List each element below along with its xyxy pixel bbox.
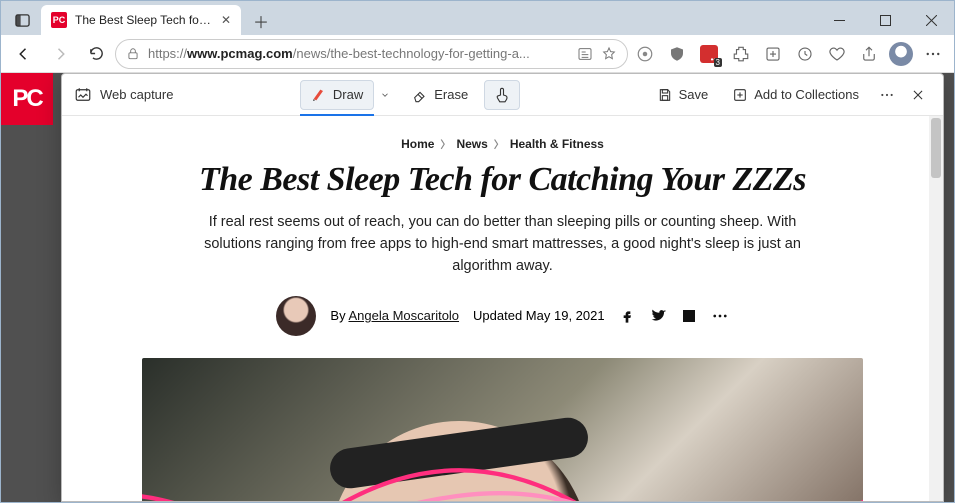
titlebar: PC The Best Sleep Tech for Catching ✕ ＋ xyxy=(1,1,954,35)
capture-toolbar: Web capture Draw Erase xyxy=(62,74,943,116)
reader-mode-icon[interactable] xyxy=(577,46,593,62)
favorite-star-icon[interactable] xyxy=(601,46,617,62)
chevron-right-icon: 〉 xyxy=(494,136,504,151)
site-logo: PC xyxy=(1,73,53,125)
author-link[interactable]: Angela Moscaritolo xyxy=(348,308,459,323)
chevron-right-icon: 〉 xyxy=(440,136,450,151)
crumb-news[interactable]: News xyxy=(456,137,487,151)
erase-tool[interactable]: Erase xyxy=(402,80,478,110)
scrollbar-thumb[interactable] xyxy=(931,118,941,178)
updated-date: Updated May 19, 2021 xyxy=(473,308,605,323)
byline-more-icon[interactable] xyxy=(711,307,729,325)
author-avatar[interactable] xyxy=(276,296,316,336)
crumb-health[interactable]: Health & Fitness xyxy=(510,137,604,151)
web-capture-icon xyxy=(74,86,92,104)
settings-more-button[interactable] xyxy=(918,39,948,69)
address-bar: https://www.pcmag.com/news/the-best-tech… xyxy=(1,35,954,73)
favorites-heart-icon[interactable] xyxy=(822,39,852,69)
tab-actions-button[interactable] xyxy=(7,5,37,35)
lock-icon xyxy=(126,47,140,61)
extensions-button[interactable] xyxy=(726,39,756,69)
more-icon xyxy=(879,87,895,103)
crumb-home[interactable]: Home xyxy=(401,137,434,151)
touch-icon xyxy=(493,86,511,104)
omnibox-url: https://www.pcmag.com/news/the-best-tech… xyxy=(148,46,569,61)
save-button[interactable]: Save xyxy=(647,80,719,110)
window-close[interactable] xyxy=(908,5,954,35)
touch-writing-toggle[interactable] xyxy=(484,80,520,110)
window-maximize[interactable] xyxy=(862,5,908,35)
hero-image xyxy=(142,358,863,501)
viewport: PC Web capture Draw xyxy=(1,73,954,502)
article-dek: If real rest seems out of reach, you can… xyxy=(183,212,823,277)
tab-close-icon[interactable]: ✕ xyxy=(221,13,231,27)
tab-strip: PC The Best Sleep Tech for Catching ✕ ＋ xyxy=(1,5,816,35)
breadcrumb: Home 〉 News 〉 Health & Fitness xyxy=(142,136,863,151)
draw-tool[interactable]: Draw xyxy=(300,80,374,110)
eraser-icon xyxy=(412,87,428,103)
add-to-collections-button[interactable]: Add to Collections xyxy=(722,80,869,110)
history-icon[interactable] xyxy=(790,39,820,69)
capture-close-button[interactable] xyxy=(905,80,931,110)
close-icon xyxy=(911,88,925,102)
new-tab-button[interactable]: ＋ xyxy=(247,7,275,35)
article: Home 〉 News 〉 Health & Fitness The Best Sl… xyxy=(62,116,943,501)
share-facebook-icon[interactable] xyxy=(619,308,635,324)
collections-button[interactable] xyxy=(758,39,788,69)
tab-favicon: PC xyxy=(51,12,67,28)
draw-options-chevron[interactable] xyxy=(374,90,396,100)
share-twitter-icon[interactable] xyxy=(649,307,667,325)
capture-content[interactable]: Home 〉 News 〉 Health & Fitness The Best Sl… xyxy=(62,116,943,501)
window-minimize[interactable] xyxy=(816,5,862,35)
browser-tab[interactable]: PC The Best Sleep Tech for Catching ✕ xyxy=(41,5,241,35)
page-title: The Best Sleep Tech for Catching Your ZZ… xyxy=(142,161,863,198)
capture-more-button[interactable] xyxy=(873,80,901,110)
refresh-button[interactable] xyxy=(79,38,113,70)
draw-tool-group: Draw xyxy=(300,80,396,110)
hero-wave-overlay xyxy=(142,446,863,501)
tab-title: The Best Sleep Tech for Catching xyxy=(75,13,213,27)
share-flipboard-icon[interactable] xyxy=(681,308,697,324)
share-icon[interactable] xyxy=(854,39,884,69)
author-text: By Angela Moscaritolo xyxy=(330,308,459,323)
capture-title: Web capture xyxy=(74,86,173,104)
back-button[interactable] xyxy=(7,38,41,70)
browser-window: PC The Best Sleep Tech for Catching ✕ ＋ … xyxy=(0,0,955,503)
scrollbar[interactable] xyxy=(929,116,943,501)
ext-icon-ublock[interactable] xyxy=(662,39,692,69)
window-controls xyxy=(816,5,954,35)
forward-button[interactable] xyxy=(43,38,77,70)
byline: By Angela Moscaritolo Updated May 19, 20… xyxy=(142,296,863,336)
save-icon xyxy=(657,87,673,103)
avatar xyxy=(889,42,913,66)
highlighter-icon xyxy=(311,87,327,103)
profile-button[interactable] xyxy=(886,39,916,69)
ext-icon-lastpass[interactable]: •••3 xyxy=(694,39,724,69)
collections-icon xyxy=(732,87,748,103)
ext-icon-1[interactable] xyxy=(630,39,660,69)
web-capture-panel: Web capture Draw Erase xyxy=(61,73,944,502)
omnibox[interactable]: https://www.pcmag.com/news/the-best-tech… xyxy=(115,39,628,69)
